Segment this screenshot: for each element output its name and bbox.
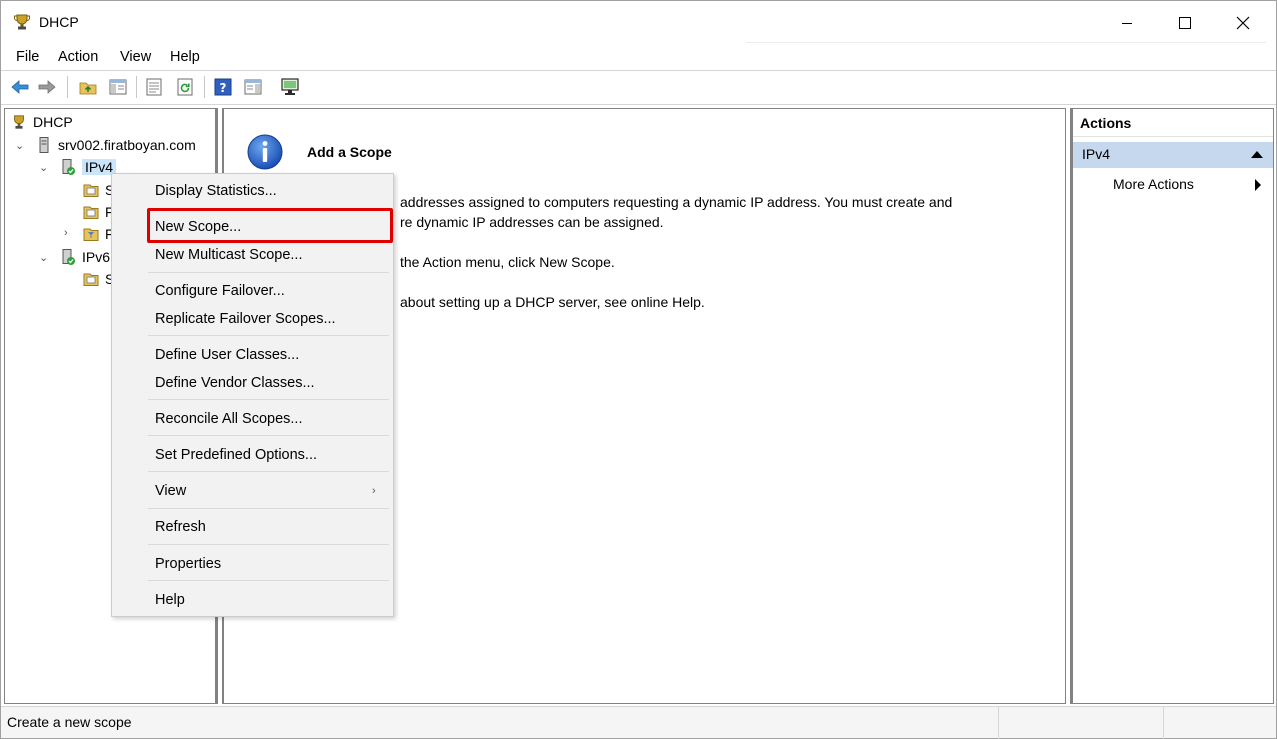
menu-item-set-predefined-options[interactable]: Set Predefined Options...: [155, 447, 317, 463]
menu-separator: [148, 471, 389, 472]
tree-item-dhcp[interactable]: DHCP: [11, 112, 73, 132]
description-line-1: addresses assigned to computers requesti…: [400, 194, 953, 210]
status-divider: [998, 707, 999, 739]
folder-icon: [83, 273, 99, 286]
actions-section-label: IPv4: [1082, 146, 1111, 162]
menu-item-configure-failover[interactable]: Configure Failover...: [155, 283, 285, 299]
svg-text:?: ?: [220, 81, 227, 95]
status-bar: Create a new scope: [1, 706, 1276, 739]
tree-label-server: srv002.firatboyan.com: [58, 137, 196, 153]
add-scope-heading: Add a Scope: [307, 144, 392, 160]
menu-file[interactable]: File: [16, 49, 39, 65]
show-hide-action-pane-icon[interactable]: [243, 77, 263, 97]
refresh-icon[interactable]: [175, 77, 195, 97]
menu-item-define-user-classes[interactable]: Define User Classes...: [155, 347, 299, 363]
description-line-3: the Action menu, click New Scope.: [400, 254, 615, 270]
folder-icon: [83, 184, 99, 197]
tree-item-ipv4[interactable]: IPv4: [60, 157, 117, 177]
minimize-button[interactable]: [1098, 1, 1156, 45]
more-actions-link[interactable]: More Actions: [1113, 176, 1194, 192]
context-menu: Display Statistics... New Scope... New M…: [111, 173, 394, 617]
back-arrow-icon[interactable]: [10, 77, 30, 97]
ipv6-server-icon: [62, 249, 75, 265]
status-divider: [1163, 707, 1164, 739]
tree-item-ipv4-child-3[interactable]: F: [83, 224, 114, 244]
expand-chevron-icon[interactable]: ⌄: [39, 161, 48, 174]
expand-chevron-icon[interactable]: ›: [64, 227, 68, 239]
dhcp-trophy-icon: [14, 14, 30, 30]
tree-item-ipv6[interactable]: IPv6: [60, 247, 110, 267]
menu-bar: File Action View Help: [1, 45, 1276, 71]
menu-item-properties[interactable]: Properties: [155, 556, 221, 572]
description-line-4: about setting up a DHCP server, see onli…: [400, 294, 705, 310]
actions-section-ipv4[interactable]: IPv4: [1073, 142, 1273, 168]
menu-view[interactable]: View: [120, 49, 151, 65]
folder-icon: [83, 206, 99, 219]
window-title: DHCP: [39, 14, 79, 30]
tree-label-ipv6: IPv6: [82, 249, 111, 265]
menu-action[interactable]: Action: [58, 49, 98, 65]
dhcp-trophy-icon: [14, 115, 24, 129]
menu-separator: [148, 544, 389, 545]
menu-help[interactable]: Help: [170, 49, 200, 65]
menu-item-reconcile-all-scopes[interactable]: Reconcile All Scopes...: [155, 411, 303, 427]
actions-pane: Actions IPv4 More Actions: [1070, 108, 1274, 704]
dhcp-window: DHCP File Action View Help ? DHCP ⌄ srv0…: [0, 0, 1277, 739]
maximize-icon: [1179, 17, 1191, 29]
status-text: Create a new scope: [7, 714, 132, 730]
menu-separator: [148, 508, 389, 509]
menu-item-refresh[interactable]: Refresh: [155, 519, 206, 535]
maximize-button[interactable]: [1156, 1, 1214, 45]
help-icon[interactable]: ?: [213, 77, 233, 97]
menu-separator: [148, 580, 389, 581]
menu-item-help[interactable]: Help: [155, 592, 185, 608]
close-button[interactable]: [1214, 1, 1272, 45]
submenu-chevron-icon: ›: [372, 485, 376, 497]
menu-item-define-vendor-classes[interactable]: Define Vendor Classes...: [155, 375, 315, 391]
tree-item-ipv4-child-2[interactable]: F: [83, 202, 114, 222]
description-line-2: re dynamic IP addresses can be assigned.: [400, 214, 664, 230]
expand-chevron-icon[interactable]: ⌄: [15, 139, 24, 152]
close-icon: [1236, 16, 1250, 30]
toolbar-separator: [136, 76, 137, 98]
actions-header: Actions: [1073, 115, 1273, 137]
menu-item-new-multicast-scope[interactable]: New Multicast Scope...: [155, 247, 302, 263]
up-folder-icon[interactable]: [78, 77, 98, 97]
tree-item-ipv4-child-1[interactable]: S: [83, 180, 114, 200]
computer-icon[interactable]: [280, 77, 300, 97]
menu-item-display-statistics[interactable]: Display Statistics...: [155, 183, 277, 199]
tree-item-ipv6-child-1[interactable]: S: [83, 269, 114, 289]
toolbar-separator: [204, 76, 205, 98]
menu-item-view[interactable]: View: [155, 483, 186, 499]
title-bar[interactable]: DHCP: [1, 1, 1276, 45]
menu-separator: [148, 272, 389, 273]
toolbar-separator: [67, 76, 68, 98]
toolbar: ?: [1, 71, 1276, 105]
show-hide-tree-icon[interactable]: [108, 77, 128, 97]
minimize-icon: [1122, 23, 1132, 24]
expand-chevron-icon[interactable]: ⌄: [39, 251, 48, 264]
forward-arrow-icon[interactable]: [37, 77, 57, 97]
menu-item-replicate-failover-scopes[interactable]: Replicate Failover Scopes...: [155, 311, 336, 327]
menu-separator: [148, 399, 389, 400]
menu-separator: [148, 435, 389, 436]
properties-icon[interactable]: [144, 77, 164, 97]
tree-item-server[interactable]: srv002.firatboyan.com: [36, 135, 196, 155]
menu-separator: [148, 335, 389, 336]
filter-folder-icon: [83, 228, 99, 241]
server-icon: [39, 137, 49, 153]
new-scope-highlight-box: [147, 208, 393, 243]
submenu-arrow-icon: [1255, 179, 1261, 191]
collapse-arrow-icon[interactable]: [1251, 151, 1263, 158]
ipv4-server-icon: [62, 159, 75, 175]
tree-label-dhcp: DHCP: [33, 114, 73, 130]
info-icon: [247, 134, 283, 170]
